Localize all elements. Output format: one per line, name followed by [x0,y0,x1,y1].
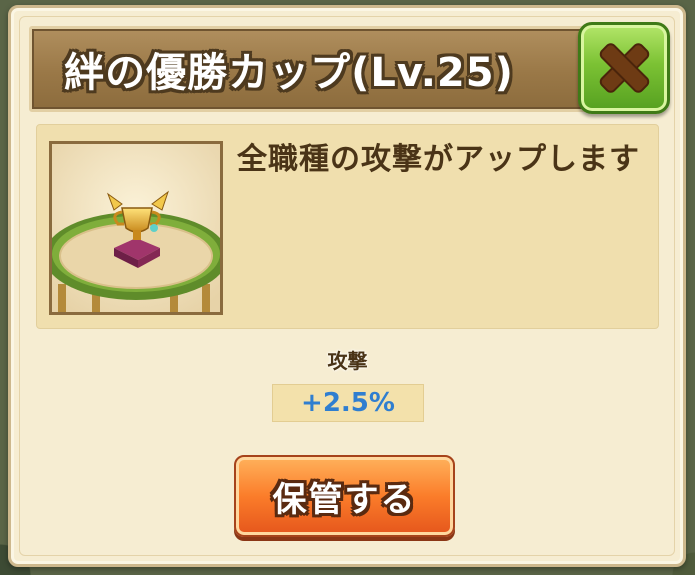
title-bar: 絆の優勝カップ(Lv.25) [29,26,589,112]
store-button-label: 保管する [272,479,417,520]
store-button[interactable]: 保管する [234,455,455,537]
stat-label: 攻撃 [327,349,368,373]
close-button[interactable] [578,22,670,114]
close-icon [599,43,649,93]
stat-value-box: +2.5% [272,384,424,422]
item-image-frame [49,141,223,315]
item-description: 全職種の攻撃がアップします [237,142,640,177]
item-description-panel: 全職種の攻撃がアップします [36,124,659,329]
trophy-icon [52,144,220,312]
stat-value: +2.5% [301,388,395,418]
dialog-title: 絆の優勝カップ(Lv.25) [64,50,514,96]
